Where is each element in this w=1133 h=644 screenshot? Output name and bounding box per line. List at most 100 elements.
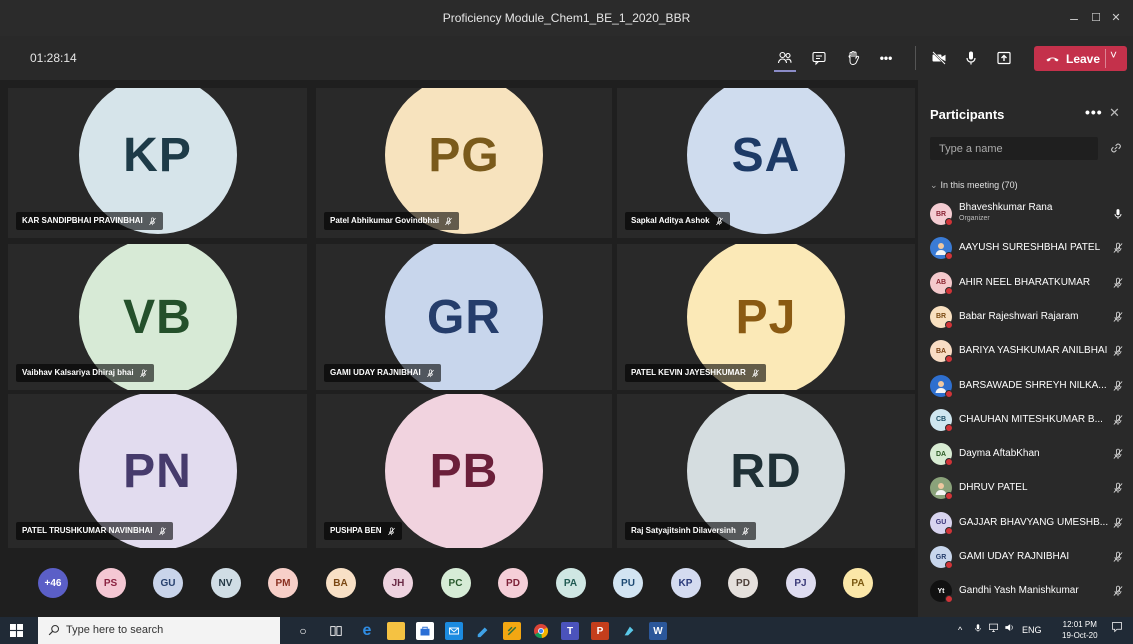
presence-status-icon (945, 526, 953, 535)
participant-list-name: Dayma AftabKhan (959, 448, 1040, 460)
cortana-icon[interactable]: ○ (294, 622, 312, 640)
participant-name: Sapkal Aditya Ashok (631, 216, 710, 225)
participant-video-tile[interactable]: VB Vaibhav Kalsariya Dhiraj bhai (8, 244, 307, 390)
sketch-app-icon[interactable] (474, 622, 492, 640)
chrome-icon[interactable] (532, 622, 550, 640)
show-hidden-icons-button[interactable]: ^ (958, 617, 962, 644)
overflow-participant-avatar[interactable]: PJ (785, 568, 816, 598)
participant-video-tile[interactable]: PG Patel Abhikumar Govindbhai (316, 88, 612, 238)
participant-list-item[interactable]: DA Dayma AftabKhan (930, 441, 1126, 467)
overflow-participant-avatar[interactable]: NV (210, 568, 241, 598)
more-participants-button[interactable]: +46 (38, 568, 68, 598)
leave-button[interactable]: Leave ˅ (1034, 46, 1127, 71)
overflow-participant-avatar[interactable]: PS (95, 568, 126, 598)
participant-video-tile[interactable]: PJ PATEL KEVIN JAYESHKUMAR (617, 244, 915, 390)
in-meeting-section[interactable]: ⌄ In this meeting (70) (930, 180, 1018, 191)
taskbar-search-box[interactable]: Type here to search (38, 617, 280, 644)
participant-video-tile[interactable]: SA Sapkal Aditya Ashok (617, 88, 915, 238)
powerpoint-icon[interactable]: P (591, 622, 609, 640)
participant-name-tag: PATEL KEVIN JAYESHKUMAR (625, 364, 766, 382)
store-icon[interactable] (416, 622, 434, 640)
leave-label: Leave (1066, 51, 1101, 66)
participant-list-name: Babar Rajeshwari Rajaram (959, 310, 1079, 322)
participant-list-item[interactable]: BA BARIYA YASHKUMAR ANILBHAI (930, 338, 1126, 364)
overflow-participant-avatar[interactable]: PA (843, 568, 873, 598)
participant-video-tile[interactable]: KP KAR SANDIPBHAI PRAVINBHAI (8, 88, 307, 238)
mail-icon[interactable] (445, 622, 463, 640)
participant-list-item[interactable]: AAYUSH SURESHBHAI PATEL (930, 235, 1126, 261)
overflow-participant-avatar[interactable]: PD (728, 568, 758, 598)
video-gallery: KP KAR SANDIPBHAI PRAVINBHAI PG Patel Abhik… (0, 80, 918, 617)
overflow-participant-avatar[interactable]: BA (325, 568, 356, 598)
notification-center-icon[interactable] (1111, 617, 1123, 644)
participant-video-tile[interactable]: PB PUSHPA BEN (316, 394, 612, 548)
more-actions-button[interactable]: ••• (873, 46, 899, 70)
participant-name: Patel Abhikumar Govindbhai (330, 216, 440, 225)
participant-list-name: AHIR NEEL BHARATKUMAR (959, 276, 1091, 288)
edge-browser-icon[interactable]: e (358, 622, 376, 640)
raise-hand-button[interactable] (840, 46, 866, 70)
input-language[interactable]: ENG (1022, 617, 1042, 644)
show-chat-button[interactable] (806, 46, 832, 70)
overflow-participant-avatar[interactable]: JH (383, 568, 413, 598)
participant-list-item[interactable]: AB AHIR NEEL BHARATKUMAR (930, 270, 1126, 296)
microphone-toggle-button[interactable] (958, 46, 984, 70)
system-clock[interactable]: 12:01 PM 19-Oct-20 (1062, 619, 1098, 641)
photos-app-icon[interactable] (620, 622, 638, 640)
participant-name: PUSHPA BEN (330, 526, 382, 535)
panel-close-button[interactable]: ✕ (1109, 105, 1120, 121)
participant-list-item[interactable]: BR Bhaveshkumar Rana Organizer (930, 201, 1126, 227)
overflow-participant-avatar[interactable]: PC (440, 568, 471, 598)
panel-more-button[interactable]: ••• (1085, 104, 1103, 120)
overflow-participant-avatar[interactable]: PM (268, 568, 298, 598)
overflow-participant-avatar[interactable]: KP (670, 568, 701, 598)
teams-icon[interactable]: T (561, 622, 579, 640)
mic-off-icon (158, 527, 166, 535)
mic-off-icon (426, 369, 434, 377)
close-window-button[interactable]: ✕ (1097, 0, 1133, 36)
volume-icon[interactable] (1004, 617, 1015, 644)
chat-icon (812, 51, 826, 66)
word-icon[interactable]: W (649, 622, 667, 640)
overflow-participant-avatar[interactable]: PA (555, 568, 586, 598)
participant-video-tile[interactable]: PN PATEL TRUSHKUMAR NAVINBHAI (8, 394, 307, 548)
show-participants-button[interactable] (772, 46, 798, 70)
camera-toggle-button[interactable] (926, 46, 952, 70)
participant-list-item[interactable]: CB CHAUHAN MITESHKUMAR B... (930, 407, 1126, 433)
participant-list-item[interactable]: Yt Gandhi Yash Manishkumar (930, 578, 1126, 604)
overflow-participant-avatar[interactable]: PU (613, 568, 643, 598)
windows-start-icon[interactable] (10, 624, 23, 637)
window-title: Proficiency Module_Chem1_BE_1_2020_BBR (442, 11, 691, 25)
participant-name: GAMI UDAY RAJNIBHAI (330, 368, 421, 377)
participant-video-tile[interactable]: GR GAMI UDAY RAJNIBHAI (316, 244, 612, 390)
presence-status-icon (945, 252, 953, 261)
participant-name-tag: PUSHPA BEN (324, 522, 402, 540)
participants-panel: Participants ••• ✕ ⌄In this meeting (70)… (918, 80, 1133, 617)
participant-list-avatar (930, 374, 953, 398)
participant-list-avatar: BR (930, 203, 953, 226)
chevron-down-icon[interactable]: ˅ (1110, 48, 1117, 62)
tray-mic-icon[interactable] (973, 617, 983, 644)
task-view-icon[interactable] (327, 622, 345, 640)
share-screen-button[interactable] (991, 46, 1017, 70)
clock-date: 19-Oct-20 (1062, 631, 1098, 640)
taskbar-search-placeholder: Type here to search (66, 624, 164, 636)
participant-list-item[interactable]: GU GAJJAR BHAVYANG UMESHB... (930, 510, 1126, 536)
share-invite-link-icon[interactable] (1109, 141, 1123, 155)
network-icon[interactable] (988, 617, 999, 644)
participant-list-name: GAMI UDAY RAJNIBHAI (959, 551, 1070, 562)
participant-list-item[interactable]: DHRUV PATEL (930, 475, 1126, 501)
participant-list-item[interactable]: BARSAWADE SHREYH NILKA... (930, 373, 1126, 399)
overflow-participant-avatar[interactable]: GU (153, 568, 183, 598)
participant-list-item[interactable]: GR GAMI UDAY RAJNIBHAI (930, 544, 1126, 570)
participant-list-item[interactable]: BR Babar Rajeshwari Rajaram (930, 304, 1126, 330)
participant-name-tag: Patel Abhikumar Govindbhai (324, 212, 460, 230)
participant-list-avatar: Yt (930, 580, 953, 604)
overflow-participant-avatar[interactable]: PD (498, 568, 528, 598)
participant-video-tile[interactable]: RD Raj Satyajitsinh Dilaversinh (617, 394, 915, 548)
participant-search-input[interactable] (930, 137, 1098, 160)
presence-status-icon (945, 423, 953, 432)
file-explorer-icon[interactable] (387, 622, 405, 640)
avatar-initials: DA (935, 450, 947, 458)
sticky-app-icon[interactable] (503, 622, 521, 640)
